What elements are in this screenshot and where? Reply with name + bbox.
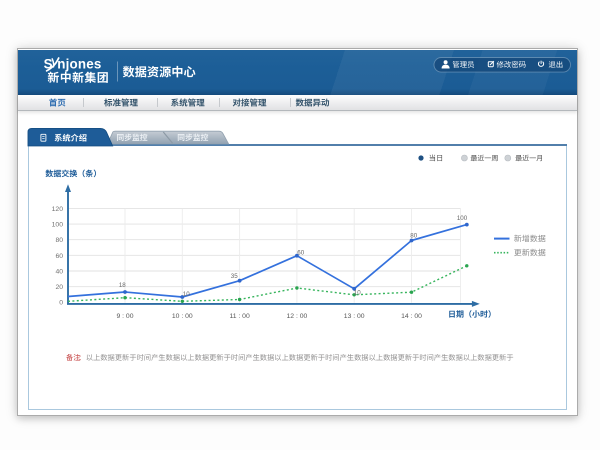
svg-text:11 : 00: 11 : 00 — [229, 313, 250, 320]
svg-text:10: 10 — [183, 291, 190, 298]
svg-text:60: 60 — [297, 249, 304, 256]
svg-text:0: 0 — [59, 300, 63, 307]
svg-text:80: 80 — [55, 237, 63, 244]
svg-text:35: 35 — [231, 273, 238, 280]
svg-text:13 : 00: 13 : 00 — [344, 313, 365, 320]
svg-text:100: 100 — [457, 215, 468, 222]
svg-text:60: 60 — [55, 253, 63, 260]
svg-text:80: 80 — [410, 232, 417, 239]
svg-text:100: 100 — [52, 221, 64, 228]
svg-text:9 : 00: 9 : 00 — [116, 313, 133, 320]
svg-text:14 : 00: 14 : 00 — [401, 313, 422, 320]
svg-text:10 : 00: 10 : 00 — [172, 313, 193, 320]
svg-text:40: 40 — [55, 268, 63, 275]
svg-text:20: 20 — [55, 284, 63, 291]
svg-text:njones: njones — [57, 57, 101, 72]
svg-text:120: 120 — [52, 206, 64, 213]
svg-text:10: 10 — [354, 289, 361, 296]
svg-text:18: 18 — [119, 282, 126, 289]
svg-text:12 : 00: 12 : 00 — [287, 313, 308, 320]
